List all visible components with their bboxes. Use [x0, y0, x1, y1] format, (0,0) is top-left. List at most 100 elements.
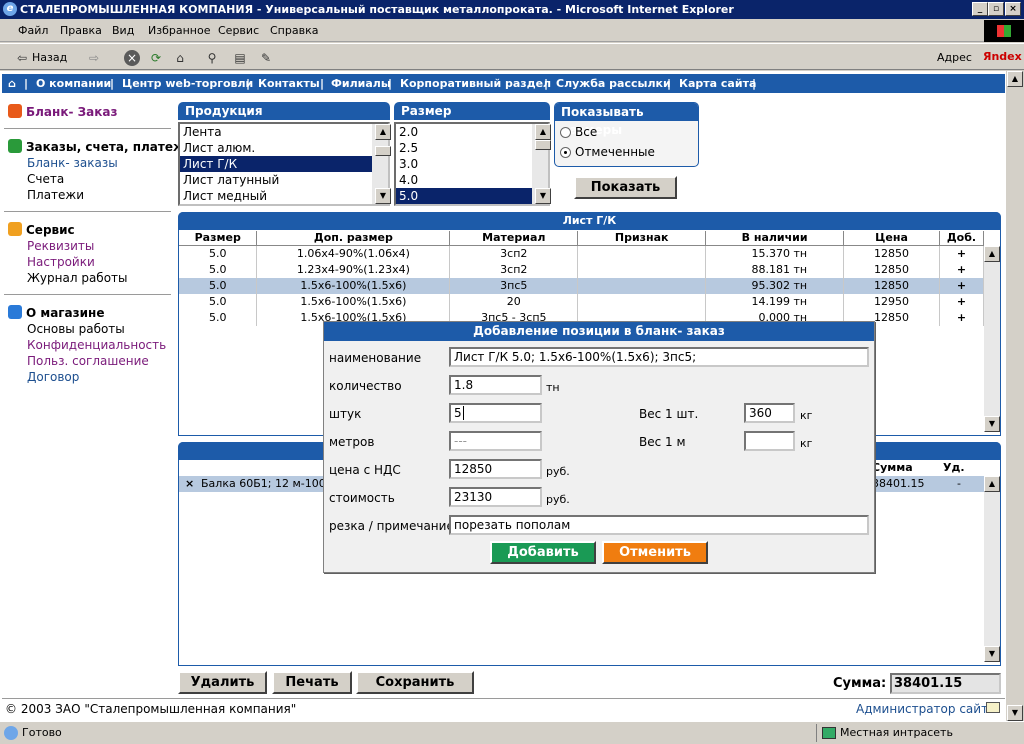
column-header[interactable]: Материал — [449, 231, 579, 246]
products-scrollbar[interactable]: ▲ ▼ — [372, 124, 391, 204]
nav-about[interactable]: О компании — [36, 74, 111, 93]
close-button[interactable]: × — [1005, 2, 1021, 16]
scroll-up-icon[interactable]: ▲ — [984, 476, 1000, 492]
table-row[interactable]: 5.0 1.5x6-100%(1.5x6) 20 14.199 тн 12950 + — [179, 294, 985, 310]
list-item[interactable]: Лента — [180, 124, 388, 140]
nav-corporate[interactable]: Корпоративный раздел — [400, 74, 551, 93]
price-field[interactable]: 12850 — [449, 459, 542, 479]
sidebar-item-invoices[interactable]: Счета — [27, 172, 64, 186]
scroll-down-icon[interactable]: ▼ — [984, 416, 1000, 432]
page-scrollbar[interactable]: ▲ ▼ — [1005, 71, 1024, 721]
order-column-sum[interactable]: Сумма — [872, 461, 932, 474]
table-row[interactable]: 5.0 1.23x4-90%(1.23x4) 3сп2 88.181 тн 12850 + — [179, 262, 985, 278]
cancel-button[interactable]: Отменить — [602, 541, 708, 564]
name-field[interactable]: Лист Г/К 5.0; 1.5x6-100%(1.5x6); 3пс5; — [449, 347, 869, 367]
print-icon[interactable]: ▤ — [232, 50, 248, 66]
list-item[interactable]: 4.0 — [396, 172, 548, 188]
scroll-down-icon[interactable]: ▼ — [535, 188, 551, 204]
sidebar-item-blank-orders[interactable]: Бланк- заказы — [27, 156, 118, 170]
table-row[interactable]: 5.0 1.06x4-90%(1.06x4) 3сп2 15.370 тн 12850 + — [179, 245, 985, 262]
sidebar-item-journal[interactable]: Журнал работы — [27, 271, 128, 285]
add-row-button[interactable]: + — [939, 310, 985, 326]
note-field[interactable]: порезать пополам — [449, 515, 869, 535]
sidebar-item-agreement[interactable]: Польз. соглашение — [27, 354, 149, 368]
weight-per-piece-field[interactable]: 360 — [744, 403, 795, 423]
nav-web-trade[interactable]: Центр web-торговли — [122, 74, 253, 93]
show-button[interactable]: Показать — [574, 176, 677, 199]
menu-file[interactable]: Файл — [18, 24, 48, 37]
column-header[interactable]: Размер — [179, 231, 258, 246]
edit-icon[interactable]: ✎ — [258, 50, 274, 66]
order-item-delete[interactable]: - — [957, 477, 961, 490]
yandex-button[interactable]: Яndex — [983, 48, 1022, 66]
save-button[interactable]: Сохранить — [356, 671, 474, 694]
radio-all[interactable] — [560, 127, 571, 138]
home-icon[interactable]: ⌂ — [172, 50, 188, 66]
remove-icon[interactable]: × — [185, 477, 194, 490]
scroll-thumb[interactable] — [535, 140, 551, 150]
scroll-up-icon[interactable]: ▲ — [1007, 71, 1023, 87]
column-header[interactable]: В наличии — [705, 231, 845, 246]
sizes-listbox[interactable]: 2.0 2.5 3.0 4.0 5.0 ▲ ▼ — [394, 122, 551, 206]
radio-all-label[interactable]: Все — [575, 125, 597, 139]
admin-link[interactable]: Администратор сайта — [856, 702, 995, 716]
column-header[interactable]: Доп. размер — [256, 231, 451, 246]
weight-per-meter-field[interactable] — [744, 431, 795, 451]
scroll-down-icon[interactable]: ▼ — [375, 188, 391, 204]
menu-view[interactable]: Вид — [112, 24, 134, 37]
order-scrollbar[interactable]: ▲ ▼ — [984, 476, 1000, 662]
menu-edit[interactable]: Правка — [60, 24, 102, 37]
add-row-button[interactable]: + — [939, 278, 985, 294]
column-header[interactable]: Признак — [577, 231, 707, 246]
sidebar-item-settings[interactable]: Настройки — [27, 255, 95, 269]
add-button[interactable]: Добавить — [490, 541, 596, 564]
scroll-up-icon[interactable]: ▲ — [375, 124, 391, 140]
add-row-button[interactable]: + — [939, 245, 985, 262]
list-item[interactable]: 2.5 — [396, 140, 548, 156]
menu-favorites[interactable]: Избранное — [148, 24, 210, 37]
nav-branches[interactable]: Филиалы — [331, 74, 391, 93]
list-item[interactable]: Лист медный — [180, 188, 388, 204]
delete-button[interactable]: Удалить — [178, 671, 267, 694]
meters-field[interactable]: --- — [449, 431, 542, 451]
list-item[interactable]: Лист латунный — [180, 172, 388, 188]
maximize-button[interactable]: ▫ — [988, 2, 1004, 16]
radio-marked-label[interactable]: Отмеченные — [575, 145, 655, 159]
back-button[interactable]: Назад — [32, 48, 67, 68]
list-item[interactable]: 3.0 — [396, 156, 548, 172]
pieces-field[interactable]: 5 — [449, 403, 542, 423]
column-header[interactable]: Доб. — [939, 231, 985, 246]
radio-marked[interactable] — [560, 147, 571, 158]
mail-icon[interactable] — [986, 702, 1000, 713]
forward-arrow-icon[interactable]: ⇨ — [86, 50, 102, 66]
nav-sitemap[interactable]: Карта сайта — [679, 74, 756, 93]
table-row-highlighted[interactable]: 5.0 1.5x6-100%(1.5x6) 3пс5 95.302 тн 12850 + — [179, 278, 985, 294]
add-row-button[interactable]: + — [939, 262, 985, 278]
home-icon[interactable]: ⌂ — [8, 74, 16, 93]
sidebar-item-contract[interactable]: Договор — [27, 370, 79, 384]
list-item-selected[interactable]: Лист Г/К — [180, 156, 388, 172]
scroll-thumb[interactable] — [375, 146, 391, 156]
nav-contacts[interactable]: Контакты — [258, 74, 320, 93]
search-icon[interactable]: ⚲ — [204, 50, 220, 66]
scroll-up-icon[interactable]: ▲ — [535, 124, 551, 140]
print-button[interactable]: Печать — [272, 671, 352, 694]
sidebar-item-basics[interactable]: Основы работы — [27, 322, 125, 336]
sidebar-item-privacy[interactable]: Конфиденциальность — [27, 338, 166, 352]
column-header[interactable]: Цена — [843, 231, 940, 246]
address-label[interactable]: Адрес — [937, 48, 972, 68]
sizes-scrollbar[interactable]: ▲ ▼ — [532, 124, 551, 204]
minimize-button[interactable]: _ — [972, 2, 988, 16]
list-item-selected[interactable]: 5.0 — [396, 188, 548, 204]
scroll-up-icon[interactable]: ▲ — [984, 246, 1000, 262]
quantity-field[interactable]: 1.8 — [449, 375, 542, 395]
products-listbox[interactable]: Лента Лист алюм. Лист Г/К Лист латунный … — [178, 122, 391, 206]
add-row-button[interactable]: + — [939, 294, 985, 310]
menu-help[interactable]: Справка — [270, 24, 318, 37]
list-item[interactable]: 2.0 — [396, 124, 548, 140]
menu-tools[interactable]: Сервис — [218, 24, 259, 37]
scroll-down-icon[interactable]: ▼ — [1007, 705, 1023, 721]
sidebar-item-requisites[interactable]: Реквизиты — [27, 239, 94, 253]
refresh-icon[interactable]: ⟳ — [148, 50, 164, 66]
order-column-delete[interactable]: Уд. — [943, 461, 973, 474]
